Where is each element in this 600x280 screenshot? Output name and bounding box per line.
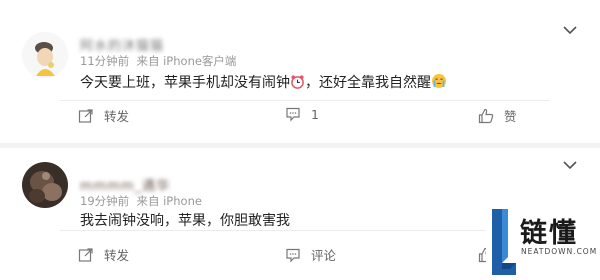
post-time[interactable]: 19分钟前 [80,194,129,208]
post-content: 我去闹钟没响，苹果，你胆敢害我 [80,213,290,229]
chevron-down-icon[interactable] [562,156,578,170]
comment-button[interactable]: 评论 [285,245,336,264]
comment-label: 评论 [311,248,337,263]
forward-label: 转发 [104,248,130,263]
post-meta: 19分钟前 来自 iPhone [80,193,202,209]
comment-icon [286,248,300,262]
watermark-domain: NEATDOWN.COM [521,247,598,256]
username[interactable]: mmmm_遇华 [80,175,170,194]
share-icon [78,247,93,262]
forward-button[interactable]: 转发 [78,245,129,264]
watermark-name: 链懂 [520,218,578,249]
divider [60,230,550,231]
watermark: 链懂 NEATDOWN.COM [486,205,598,280]
avatar[interactable] [22,162,68,208]
post-source: 来自 iPhone [136,194,202,208]
watermark-logo-icon [492,209,516,275]
